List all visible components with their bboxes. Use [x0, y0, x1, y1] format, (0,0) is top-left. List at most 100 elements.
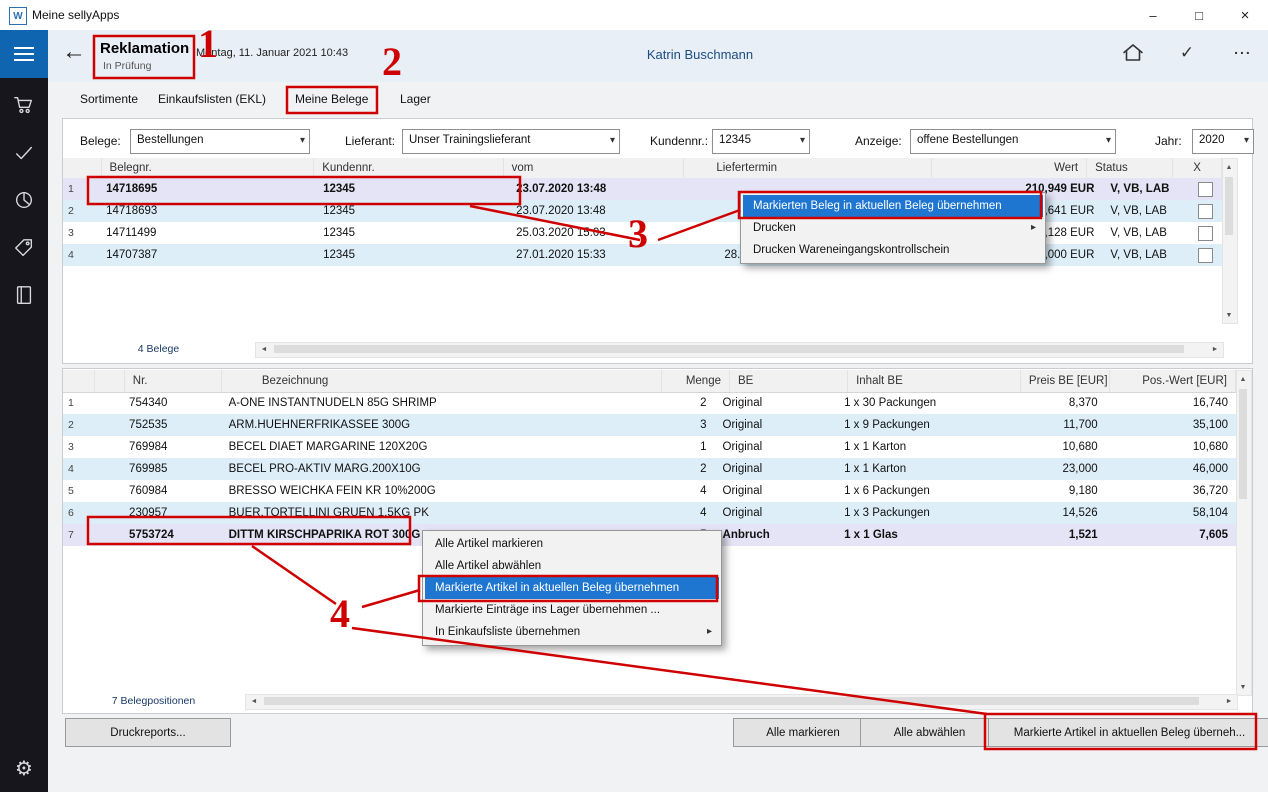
row-number: 3 [63, 436, 92, 458]
hamburger-menu-icon[interactable] [0, 30, 48, 78]
belege-select[interactable]: Bestellungen ▾ [130, 129, 310, 154]
tab-meine-belege[interactable]: Meine Belege [295, 92, 368, 106]
header-date: Montag, 11. Januar 2021 10:43 [196, 47, 348, 59]
scroll-left-icon[interactable]: ◄ [258, 343, 270, 355]
positionen-vertical-scrollbar[interactable]: ▲ ▼ [1236, 370, 1252, 696]
pie-chart-icon[interactable] [0, 180, 48, 220]
position-row[interactable]: 1 754340 A-ONE INSTANTNUDELN 85G SHRIMP … [63, 392, 1236, 414]
scrollbar-thumb[interactable] [1225, 177, 1233, 235]
alle-markieren-button[interactable]: Alle markieren [733, 718, 873, 747]
column-header-poswert[interactable]: Pos.-Wert [EUR] [1110, 370, 1237, 392]
app-icon: W [9, 7, 27, 25]
column-header-vom[interactable]: vom [504, 158, 685, 178]
anzeige-select[interactable]: offene Bestellungen ▾ [910, 129, 1116, 154]
row-checkbox[interactable] [1189, 178, 1222, 200]
scrollbar-thumb[interactable] [274, 345, 1184, 353]
row-checkbox[interactable] [1189, 200, 1222, 222]
column-header-kundennr[interactable]: Kundennr. [314, 158, 503, 178]
journal-icon[interactable] [0, 275, 48, 315]
scrollbar-thumb[interactable] [264, 697, 1199, 705]
column-header-belegnr[interactable]: Belegnr. [102, 158, 315, 178]
row-number: 5 [63, 480, 92, 502]
tag-icon[interactable] [0, 228, 48, 268]
approve-check-icon[interactable]: ✓ [1172, 40, 1202, 66]
scroll-up-icon[interactable]: ▲ [1237, 373, 1249, 385]
position-row[interactable]: 2 752535 ARM.HUEHNERFRIKASSEE 300G 3 Ori… [63, 414, 1236, 436]
column-header-inhalt[interactable]: Inhalt BE [848, 370, 1021, 392]
position-row[interactable]: 3 769984 BECEL DIAET MARGARINE 120X20G 1… [63, 436, 1236, 458]
gear-icon[interactable]: ⚙ [0, 748, 48, 788]
column-header-x[interactable]: X [1173, 158, 1222, 178]
menu-item-alle-abwaehlen[interactable]: Alle Artikel abwählen [425, 555, 719, 577]
maximize-button[interactable]: □ [1176, 0, 1222, 30]
scroll-right-icon[interactable]: ► [1223, 695, 1235, 707]
poswert-cell: 58,104 [1106, 502, 1236, 524]
row-checkbox[interactable] [1189, 222, 1222, 244]
chevron-down-icon: ▾ [1244, 130, 1249, 151]
column-header-bezeichnung[interactable]: Bezeichnung [222, 370, 663, 392]
marker-cell [92, 414, 121, 436]
scroll-down-icon[interactable]: ▼ [1237, 681, 1249, 693]
scroll-down-icon[interactable]: ▼ [1223, 309, 1235, 321]
home-icon[interactable] [1118, 40, 1148, 66]
poswert-cell: 10,680 [1106, 436, 1236, 458]
position-row[interactable]: 5 760984 BRESSO WEICHKA FEIN KR 10%200G … [63, 480, 1236, 502]
cart-icon[interactable] [0, 85, 48, 125]
column-header-status[interactable]: Status [1087, 158, 1173, 178]
checkmark-icon[interactable] [0, 133, 48, 173]
positionen-horizontal-scrollbar[interactable]: ◄ ► [245, 694, 1238, 710]
bezeichnung-cell: BECEL DIAET MARGARINE 120X20G [221, 436, 646, 458]
jahr-select[interactable]: 2020 ▾ [1192, 129, 1254, 154]
column-header-preis[interactable]: Preis BE [EUR] [1021, 370, 1110, 392]
menu-item-label: Drucken [753, 222, 796, 234]
more-options-icon[interactable]: ... [1228, 36, 1258, 62]
row-number: 4 [63, 244, 98, 266]
close-button[interactable]: × [1222, 0, 1268, 30]
druckreports-button[interactable]: Druckreports... [65, 718, 231, 747]
menge-cell: 2 [646, 458, 715, 480]
menu-item-drucken-kontrollschein[interactable]: Drucken Wareneingangskontrollschein [743, 239, 1043, 261]
menu-item-drucken[interactable]: Drucken ▸ [743, 217, 1043, 239]
menu-item-lager-uebernehmen[interactable]: Markierte Einträge ins Lager übernehmen … [425, 599, 719, 621]
positionen-table-body: 1 754340 A-ONE INSTANTNUDELN 85G SHRIMP … [63, 392, 1236, 546]
preis-cell: 14,526 [1015, 502, 1106, 524]
belege-vertical-scrollbar[interactable]: ▲ ▼ [1222, 158, 1238, 324]
position-row[interactable]: 4 769985 BECEL PRO-AKTIV MARG.200X10G 2 … [63, 458, 1236, 480]
tab-sortimente[interactable]: Sortimente [80, 92, 138, 106]
column-header-be[interactable]: BE [730, 370, 848, 392]
bezeichnung-cell: A-ONE INSTANTNUDELN 85G SHRIMP [221, 392, 646, 414]
poswert-cell: 16,740 [1106, 392, 1236, 414]
column-header-menge[interactable]: Menge [662, 370, 730, 392]
beleg-row[interactable]: 3 14711499 12345 25.03.2020 15:03 54,128… [63, 222, 1222, 244]
scroll-up-icon[interactable]: ▲ [1223, 161, 1235, 173]
vom-cell: 23.07.2020 13:48 [508, 178, 692, 200]
position-row[interactable]: 6 230957 BUER.TORTELLINI GRUEN 1,5KG PK … [63, 502, 1236, 524]
column-header-wert[interactable]: Wert [932, 158, 1087, 178]
tab-lager[interactable]: Lager [400, 92, 431, 106]
lieferant-select[interactable]: Unser Trainingslieferant ▾ [402, 129, 620, 154]
uebernehmen-button[interactable]: Markierte Artikel in aktuellen Beleg übe… [988, 718, 1268, 747]
belege-horizontal-scrollbar[interactable]: ◄ ► [255, 342, 1224, 358]
tab-einkaufslisten[interactable]: Einkaufslisten (EKL) [158, 92, 266, 106]
menge-cell: 1 [646, 436, 715, 458]
scroll-right-icon[interactable]: ► [1209, 343, 1221, 355]
alle-abwaehlen-button[interactable]: Alle abwählen [860, 718, 999, 747]
menu-item-einkaufsliste[interactable]: In Einkaufsliste übernehmen ▸ [425, 621, 719, 643]
kundennr-select[interactable]: 12345 ▾ [712, 129, 810, 154]
menu-item-alle-markieren[interactable]: Alle Artikel markieren [425, 533, 719, 555]
inhalt-cell: 1 x 9 Packungen [836, 414, 1015, 436]
row-checkbox[interactable] [1189, 244, 1222, 266]
menu-item-beleg-uebernehmen[interactable]: Markierten Beleg in aktuellen Beleg über… [743, 195, 1043, 217]
beleg-row[interactable]: 1 14718695 12345 23.07.2020 13:48 210,94… [63, 178, 1222, 200]
scrollbar-thumb[interactable] [1239, 389, 1247, 499]
artikelnr-cell: 769985 [121, 458, 221, 480]
beleg-row[interactable]: 4 14707387 12345 27.01.2020 15:33 28. 11… [63, 244, 1222, 266]
column-header-nr[interactable]: Nr. [125, 370, 222, 392]
belege-select-value: Bestellungen [137, 134, 204, 146]
menu-item-artikel-uebernehmen[interactable]: Markierte Artikel in aktuellen Beleg übe… [425, 577, 719, 599]
minimize-button[interactable]: – [1130, 0, 1176, 30]
column-header-liefertermin[interactable]: Liefertermin [684, 158, 932, 178]
scroll-left-icon[interactable]: ◄ [248, 695, 260, 707]
beleg-row[interactable]: 2 14718693 12345 23.07.2020 13:48 261,64… [63, 200, 1222, 222]
back-button[interactable]: ← [62, 40, 86, 64]
